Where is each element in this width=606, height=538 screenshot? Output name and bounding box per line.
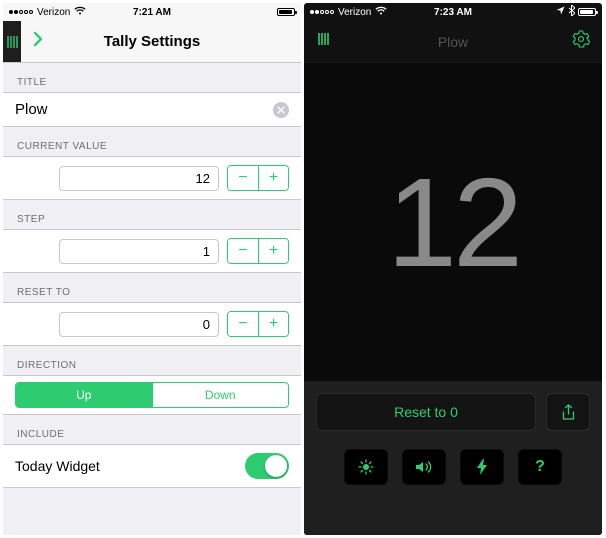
today-widget-row: Today Widget — [3, 444, 301, 488]
direction-section-label: DIRECTION — [3, 346, 301, 375]
step-stepper: − + — [227, 238, 289, 264]
toolbar-tray: Reset to 0 ? — [304, 381, 602, 535]
status-bar: Verizon 7:21 AM — [3, 3, 301, 21]
reset-to-section-label: RESET TO — [3, 273, 301, 302]
increment-button[interactable]: + — [258, 312, 288, 336]
sound-button[interactable] — [402, 449, 446, 485]
battery-icon — [277, 8, 295, 16]
step-row: − + — [3, 229, 301, 273]
battery-icon — [578, 8, 596, 16]
increment-button[interactable]: + — [258, 166, 288, 190]
carrier-label: Verizon — [338, 7, 371, 18]
settings-screen: Verizon 7:21 AM Tally Settings TITLE — [3, 3, 301, 535]
brightness-button[interactable] — [344, 449, 388, 485]
gear-icon[interactable] — [572, 30, 590, 53]
nav-bar: Tally Settings — [3, 21, 301, 63]
include-section-label: INCLUDE — [3, 415, 301, 444]
tally-icon[interactable] — [316, 31, 332, 52]
page-title: Plow — [438, 34, 468, 50]
clock: 7:23 AM — [434, 7, 472, 18]
settings-body: TITLE CURRENT VALUE − + STEP − — [3, 63, 301, 488]
wifi-icon — [74, 6, 86, 18]
status-bar: Verizon 7:23 AM — [304, 3, 602, 21]
decrement-button[interactable]: − — [228, 239, 258, 263]
share-button[interactable] — [546, 393, 590, 431]
direction-up[interactable]: Up — [16, 383, 152, 407]
page-title: Tally Settings — [104, 33, 200, 50]
title-row — [3, 92, 301, 127]
current-value-row: − + — [3, 156, 301, 200]
help-button[interactable]: ? — [518, 449, 562, 485]
bluetooth-icon — [568, 5, 575, 19]
decrement-button[interactable]: − — [228, 312, 258, 336]
reset-to-input[interactable] — [59, 312, 219, 337]
increment-button[interactable]: + — [258, 239, 288, 263]
step-section-label: STEP — [3, 200, 301, 229]
location-icon — [556, 6, 565, 18]
today-widget-toggle[interactable] — [245, 453, 289, 479]
reset-to-stepper: − + — [227, 311, 289, 337]
title-section-label: TITLE — [3, 63, 301, 92]
carrier-label: Verizon — [37, 7, 70, 18]
flash-button[interactable] — [460, 449, 504, 485]
title-input[interactable] — [15, 101, 273, 118]
current-value-input[interactable] — [59, 166, 219, 191]
current-value-stepper: − + — [227, 165, 289, 191]
direction-segmented-control[interactable]: Up Down — [15, 382, 289, 408]
today-widget-label: Today Widget — [15, 458, 100, 474]
count-tap-area[interactable]: 12 — [304, 63, 602, 381]
decrement-button[interactable]: − — [228, 166, 258, 190]
reset-button[interactable]: Reset to 0 — [316, 393, 536, 431]
chevron-right-icon[interactable] — [31, 30, 45, 53]
clock: 7:21 AM — [133, 7, 171, 18]
nav-bar: Plow — [304, 21, 602, 63]
wifi-icon — [375, 6, 387, 18]
tally-icon[interactable] — [3, 21, 21, 62]
current-value-section-label: CURRENT VALUE — [3, 127, 301, 156]
reset-to-row: − + — [3, 302, 301, 346]
direction-down[interactable]: Down — [152, 383, 289, 407]
counter-screen: Verizon 7:23 AM Plow — [304, 3, 602, 535]
step-input[interactable] — [59, 239, 219, 264]
clear-title-button[interactable] — [273, 102, 289, 118]
count-value: 12 — [387, 150, 519, 295]
